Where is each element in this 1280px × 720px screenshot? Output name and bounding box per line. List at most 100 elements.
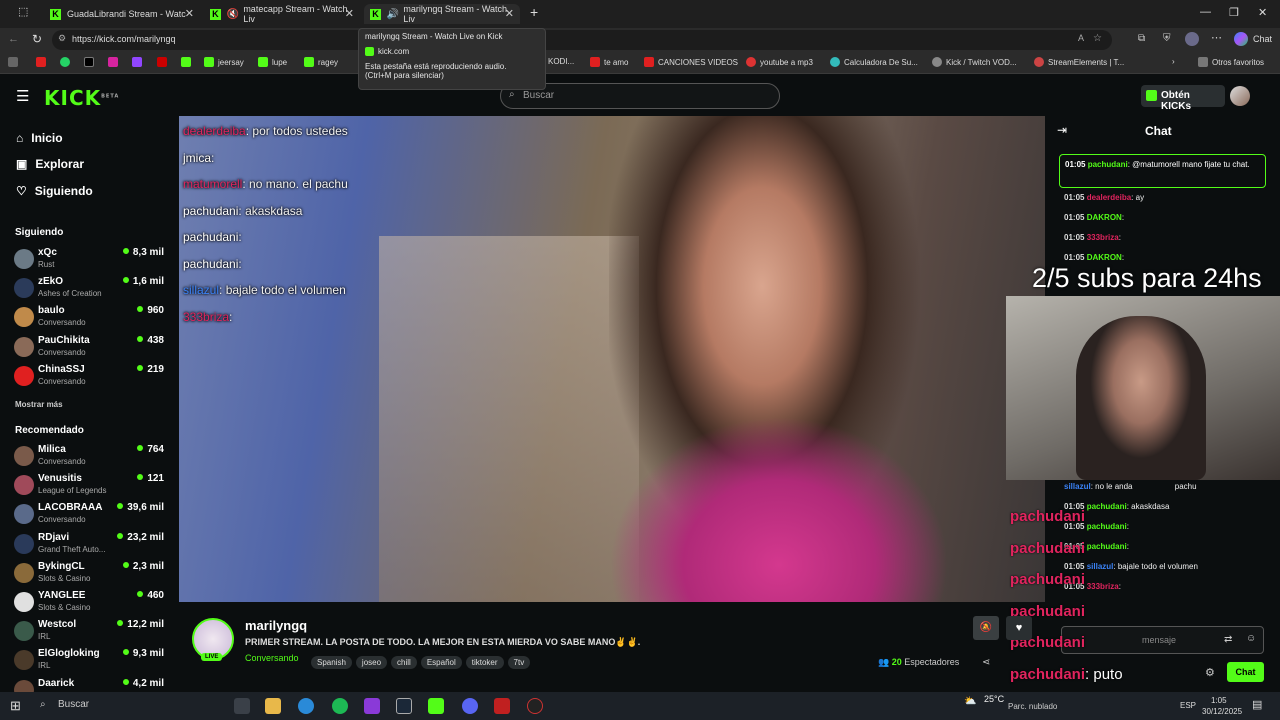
tab-guadalibrandi[interactable]: K GuadaLibrandi Stream - Watc ✕ (44, 4, 200, 24)
sidebar-channel[interactable]: zEkO Ashes of Creation 1,6 mil (14, 276, 164, 302)
extensions-icon[interactable]: ⧉ (1138, 33, 1145, 44)
task-view-icon[interactable] (234, 698, 250, 714)
bookmark-canciones-videos[interactable]: CANCIONES VIDEOS (644, 57, 738, 67)
nav-siguiendo[interactable]: ♡ Siguiendo (16, 184, 93, 198)
bookmark-jeersay[interactable]: jeersay (204, 57, 244, 67)
follow-heart-icon[interactable]: ♥ (1006, 616, 1032, 640)
file-explorer-icon[interactable] (265, 698, 281, 714)
user-avatar[interactable] (1230, 86, 1250, 106)
url-field[interactable]: ⚙ https://kick.com/marilyngq A ☆ (52, 30, 1112, 50)
sidebar-channel[interactable]: xQc Rust 8,3 mil (14, 247, 164, 273)
bookmark-kick-twitch-vod[interactable]: Kick / Twitch VOD... (932, 57, 1017, 67)
copilot-icon[interactable] (1234, 32, 1248, 46)
profile-avatar[interactable] (1185, 32, 1199, 46)
stream-tag[interactable]: 7tv (507, 656, 531, 669)
obs-icon[interactable] (527, 698, 543, 714)
chat-username[interactable]: DAKRON (1087, 253, 1122, 262)
steam-icon[interactable] (396, 698, 412, 714)
close-window-icon[interactable]: ✕ (1258, 6, 1267, 19)
sidebar-channel[interactable]: Westcol IRL 12,2 mil (14, 619, 164, 645)
clock-date[interactable]: 30/12/2025 (1202, 707, 1242, 716)
sidebar-channel[interactable]: PauChikita Conversando 438 (14, 335, 164, 361)
more-menu-icon[interactable]: ⋯ (1211, 31, 1222, 44)
share-icon[interactable]: ⋖ (982, 657, 990, 668)
close-tab-icon[interactable]: ✕ (345, 7, 354, 20)
channel-name[interactable]: marilyngq (245, 618, 307, 633)
chat-settings-icon[interactable]: ⚙ (1205, 666, 1215, 679)
stream-tag[interactable]: joseo (355, 656, 388, 669)
chat-username[interactable]: sillazul (1087, 562, 1114, 571)
reload-icon[interactable]: ↻ (32, 32, 42, 46)
collections-icon[interactable]: ⛨ (1163, 33, 1171, 44)
stream-tag[interactable]: chill (391, 656, 417, 669)
video-player[interactable]: dealerdeiba: por todos ustedes jmica: mat… (179, 116, 1045, 602)
youtube-bookmark-icon[interactable] (36, 57, 46, 67)
bookmark-otros-favoritos[interactable]: Otros favoritos (1198, 57, 1264, 67)
nav-inicio[interactable]: ⌂ Inicio (16, 131, 63, 145)
chat-username[interactable]: pachudani (1087, 522, 1127, 531)
chat-username[interactable]: dealerdeiba (1087, 193, 1131, 202)
taskbar-search[interactable]: ⌕ Buscar (34, 697, 224, 715)
chat-username[interactable]: 333briza (1087, 233, 1119, 242)
twitch-bookmark-icon[interactable] (132, 57, 142, 67)
back-icon[interactable]: ← (8, 33, 19, 45)
sidebar-channel[interactable]: ElGlogloking IRL 9,3 mil (14, 648, 164, 674)
stream-tag[interactable]: Spanish (311, 656, 352, 669)
windows-start-icon[interactable]: ⊞ (10, 698, 21, 714)
canva-icon[interactable] (364, 698, 380, 714)
x-bookmark-icon[interactable] (84, 57, 94, 67)
get-kicks-button[interactable]: Obtén KICKs (1141, 85, 1225, 112)
collapse-chat-icon[interactable]: ⇥ (1057, 123, 1067, 137)
close-tab-icon[interactable]: ✕ (505, 7, 514, 20)
sidebar-channel[interactable]: ChinaSSJ Conversando 219 (14, 364, 164, 390)
kick-logo[interactable]: KICKBETA (44, 86, 119, 110)
mute-notifications-icon[interactable]: 🔕 (973, 616, 999, 640)
sidebar-channel[interactable]: RDjavi Grand Theft Auto... 23,2 mil (14, 532, 164, 558)
kick-app-icon[interactable] (428, 698, 444, 714)
emoji-icon[interactable]: ☺ (1246, 633, 1256, 644)
pinterest-bookmark-icon[interactable] (157, 57, 167, 67)
chat-message[interactable]: 01:05 333briza: (1064, 233, 1121, 242)
instagram-bookmark-icon[interactable] (108, 57, 118, 67)
chat-message[interactable]: 01:05 dealerdeiba: ay (1064, 193, 1144, 202)
chat-input[interactable]: mensaje ⇄ ☺ (1061, 626, 1264, 654)
whatsapp-bookmark-icon[interactable] (60, 57, 70, 67)
chat-message[interactable]: 01:05 DAKRON: (1064, 253, 1124, 262)
chat-message[interactable]: sillazul: no le anda pachu (1064, 482, 1197, 491)
video-editor-icon[interactable] (494, 698, 510, 714)
muted-speaker-icon[interactable]: 🔇 (227, 9, 239, 20)
tab-matecapp[interactable]: K 🔇 matecapp Stream - Watch Liv ✕ (204, 4, 360, 24)
sidebar-channel[interactable]: baulo Conversando 960 (14, 305, 164, 331)
speaker-icon[interactable]: 🔊 (387, 9, 399, 20)
spotify-icon[interactable] (332, 698, 348, 714)
emote-picker-icon[interactable]: ⇄ (1224, 634, 1232, 645)
bookmark-icon-1[interactable] (8, 57, 18, 67)
language-indicator[interactable]: ESP (1180, 701, 1196, 710)
chat-message[interactable]: 01:05 DAKRON: (1064, 213, 1124, 222)
bookmark-calculadora[interactable]: Calculadora De Su... (830, 57, 918, 67)
notifications-icon[interactable]: ▤ (1252, 698, 1262, 711)
sidebar-channel[interactable]: Venusitis League of Legends 121 (14, 473, 164, 499)
clock-time[interactable]: 1:05 (1211, 696, 1227, 705)
chat-username[interactable]: pachudani (1087, 502, 1127, 511)
stream-category[interactable]: Conversando (245, 653, 299, 663)
close-tab-icon[interactable]: ✕ (185, 7, 194, 20)
sidebar-channel[interactable]: LACOBRAAA Conversando 39,6 mil (14, 502, 164, 528)
show-more-link[interactable]: Mostrar más (15, 400, 63, 409)
hamburger-menu-icon[interactable]: ☰ (16, 87, 29, 105)
sidebar-channel[interactable]: BykingCL Slots & Casino 2,3 mil (14, 561, 164, 587)
minimize-icon[interactable]: — (1200, 6, 1211, 18)
stream-tag[interactable]: Español (420, 656, 462, 669)
chat-username[interactable]: pachudani (1087, 542, 1127, 551)
copilot-chat-label[interactable]: Chat (1253, 34, 1272, 44)
bookmarks-overflow-icon[interactable]: › (1172, 57, 1175, 66)
discord-icon[interactable] (462, 698, 478, 714)
bookmark-kodi[interactable]: KODI... (548, 57, 574, 66)
favorite-star-icon[interactable]: ☆ (1093, 33, 1102, 44)
nav-explorar[interactable]: ▣ Explorar (16, 157, 84, 171)
sidebar-channel[interactable]: Milica Conversando 764 (14, 444, 164, 470)
chat-username[interactable]: 333briza (1087, 582, 1119, 591)
read-aloud-icon[interactable]: A (1078, 33, 1084, 43)
stream-tag[interactable]: tiktoker (465, 656, 504, 669)
site-info-icon[interactable]: ⚙ (58, 33, 66, 44)
